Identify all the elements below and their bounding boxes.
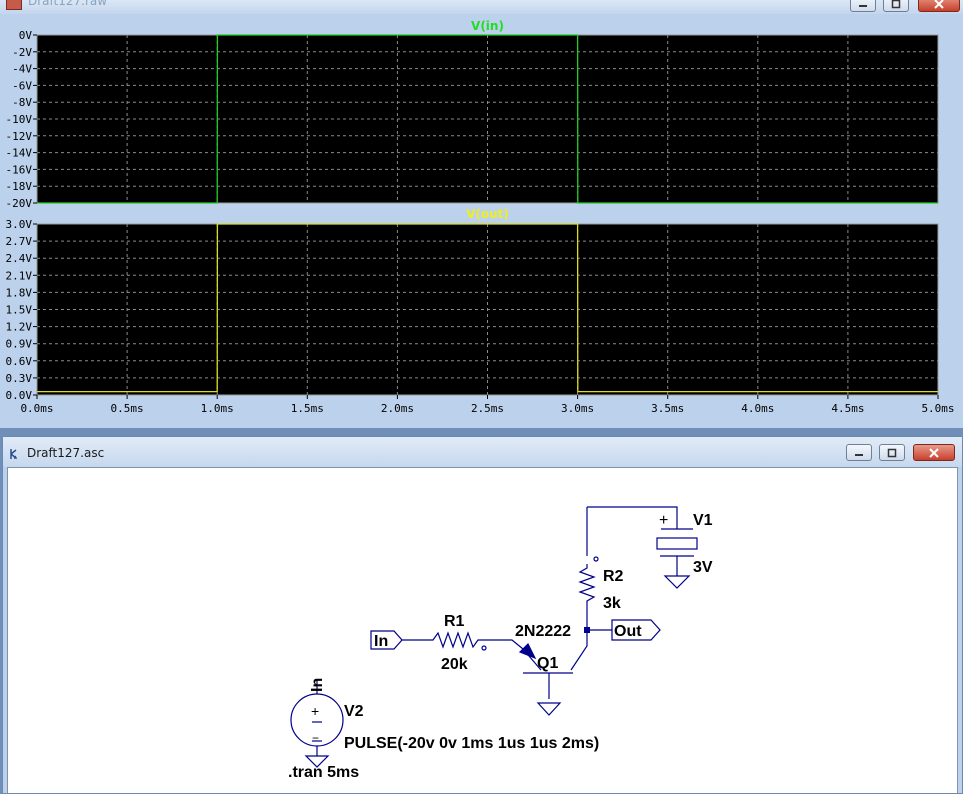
schematic-drawing[interactable]: + + − V1 3V R2 3k 2N2222 Q1 R1 20k In Ou…: [8, 468, 958, 793]
x-tick-label: 5.0ms: [921, 402, 954, 415]
close-icon: [914, 445, 954, 460]
waveform-minimize-button[interactable]: [850, 0, 876, 12]
x-tick-label: 2.5ms: [471, 402, 504, 415]
v1-plus-sign: +: [659, 512, 668, 529]
y-tick-label: -10V: [6, 113, 33, 126]
x-tick-label: 3.5ms: [651, 402, 684, 415]
schematic-window: Draft127.asc + + − V1 3V R2 3k 2N2222 Q1…: [2, 436, 963, 794]
r1-name-label[interactable]: R1: [444, 613, 465, 630]
r2-value-label[interactable]: 3k: [603, 595, 621, 612]
waveform-plot-area: 0V -2V -4V -6V -8V -10V -12V -14V -16V -18V -20V V(…: [0, 16, 963, 428]
x-tick-label: 4.0ms: [741, 402, 774, 415]
v2-minus-sign: −: [312, 731, 319, 745]
y-tick-label: 3.0V: [6, 218, 33, 231]
schematic-window-title: Draft127.asc: [27, 446, 105, 460]
v1-value-label[interactable]: 3V: [693, 559, 713, 576]
schematic-close-button[interactable]: [913, 444, 955, 461]
close-icon: [919, 0, 959, 11]
waveform-window-title: Draft127.raw: [28, 0, 108, 8]
y-tick-label: 0.6V: [6, 355, 33, 368]
net-label-out[interactable]: Out: [614, 623, 642, 640]
y-tick-label: 1.8V: [6, 286, 33, 299]
net-label-v2-in[interactable]: In: [309, 678, 326, 692]
y-tick-label: 0V: [19, 29, 33, 42]
voltage-source-v2-symbol[interactable]: [290, 680, 344, 768]
waveform-plots[interactable]: 0V -2V -4V -6V -8V -10V -12V -14V -16V -18V -20V V(…: [0, 16, 963, 428]
y-tick-label: -18V: [6, 180, 33, 193]
ltspice-transistor-icon: [9, 446, 23, 465]
minimize-icon: [851, 0, 875, 11]
y-tick-label: 1.5V: [6, 304, 33, 317]
v2-value-label[interactable]: PULSE(-20v 0v 1ms 1us 1us 2ms): [344, 735, 599, 752]
y-tick-label: 0.9V: [6, 338, 33, 351]
waveform-title-bar[interactable]: Draft127.raw: [0, 0, 963, 14]
pane-vout: 3.0V 2.7V 2.4V 2.1V 1.8V 1.5V 1.2V 0.9V 0.6V 0.3V…: [6, 207, 939, 402]
r1-value-label[interactable]: 20k: [441, 656, 468, 673]
q1-name-label[interactable]: Q1: [537, 655, 558, 672]
transistor-q1-symbol[interactable]: [518, 630, 588, 716]
resistor-r2-symbol[interactable]: [578, 556, 599, 611]
schematic-canvas[interactable]: + + − V1 3V R2 3k 2N2222 Q1 R1 20k In Ou…: [7, 467, 958, 793]
q1-model-label[interactable]: 2N2222: [515, 623, 571, 640]
x-tick-label: 3.0ms: [561, 402, 594, 415]
schematic-title-bar[interactable]: Draft127.asc: [3, 437, 962, 467]
pane-vin: 0V -2V -4V -6V -8V -10V -12V -14V -16V -18V -20V V(…: [6, 19, 939, 210]
pane-title: V(in): [471, 19, 504, 33]
x-tick-label: 0.0ms: [20, 402, 53, 415]
v2-name-label[interactable]: V2: [344, 703, 364, 720]
r2-name-label[interactable]: R2: [603, 568, 624, 585]
y-tick-label: 2.1V: [6, 269, 33, 282]
pane-title: V(out): [466, 207, 509, 221]
x-tick-label: 0.5ms: [111, 402, 144, 415]
net-label-in[interactable]: In: [374, 633, 388, 650]
x-tick-label: 1.0ms: [201, 402, 234, 415]
resistor-r1-symbol[interactable]: [402, 631, 524, 651]
y-tick-label: -12V: [6, 130, 33, 143]
x-tick-label: 1.5ms: [291, 402, 324, 415]
tran-directive[interactable]: .tran 5ms: [288, 764, 359, 781]
y-tick-label: -4V: [12, 63, 32, 76]
y-tick-label: 2.4V: [6, 252, 33, 265]
waveform-window: Draft127.raw 0V -2V -4V -6V -8V -10V -12V -14V -…: [0, 0, 963, 428]
maximize-icon: [880, 445, 904, 460]
schematic-minimize-button[interactable]: [846, 444, 872, 461]
x-tick-label: 4.5ms: [831, 402, 864, 415]
y-tick-label: -8V: [12, 96, 32, 109]
waveform-app-icon: [6, 0, 22, 10]
waveform-close-button[interactable]: [918, 0, 960, 12]
x-tick-label: 2.0ms: [381, 402, 414, 415]
y-tick-label: -14V: [6, 147, 33, 160]
v2-plus-sign: +: [311, 703, 319, 719]
waveform-maximize-button[interactable]: [883, 0, 909, 12]
v1-name-label[interactable]: V1: [693, 512, 713, 529]
junction-dot: [584, 627, 590, 633]
y-tick-label: 0.0V: [6, 389, 33, 402]
y-tick-label: -2V: [12, 46, 32, 59]
y-tick-label: 1.2V: [6, 321, 33, 334]
schematic-maximize-button[interactable]: [879, 444, 905, 461]
y-tick-label: 2.7V: [6, 235, 33, 248]
y-tick-label: 0.3V: [6, 372, 33, 385]
y-tick-label: -6V: [12, 79, 32, 92]
y-tick-label: -16V: [6, 163, 33, 176]
minimize-icon: [847, 445, 871, 460]
maximize-icon: [884, 0, 908, 11]
y-tick-label: -20V: [6, 197, 33, 210]
